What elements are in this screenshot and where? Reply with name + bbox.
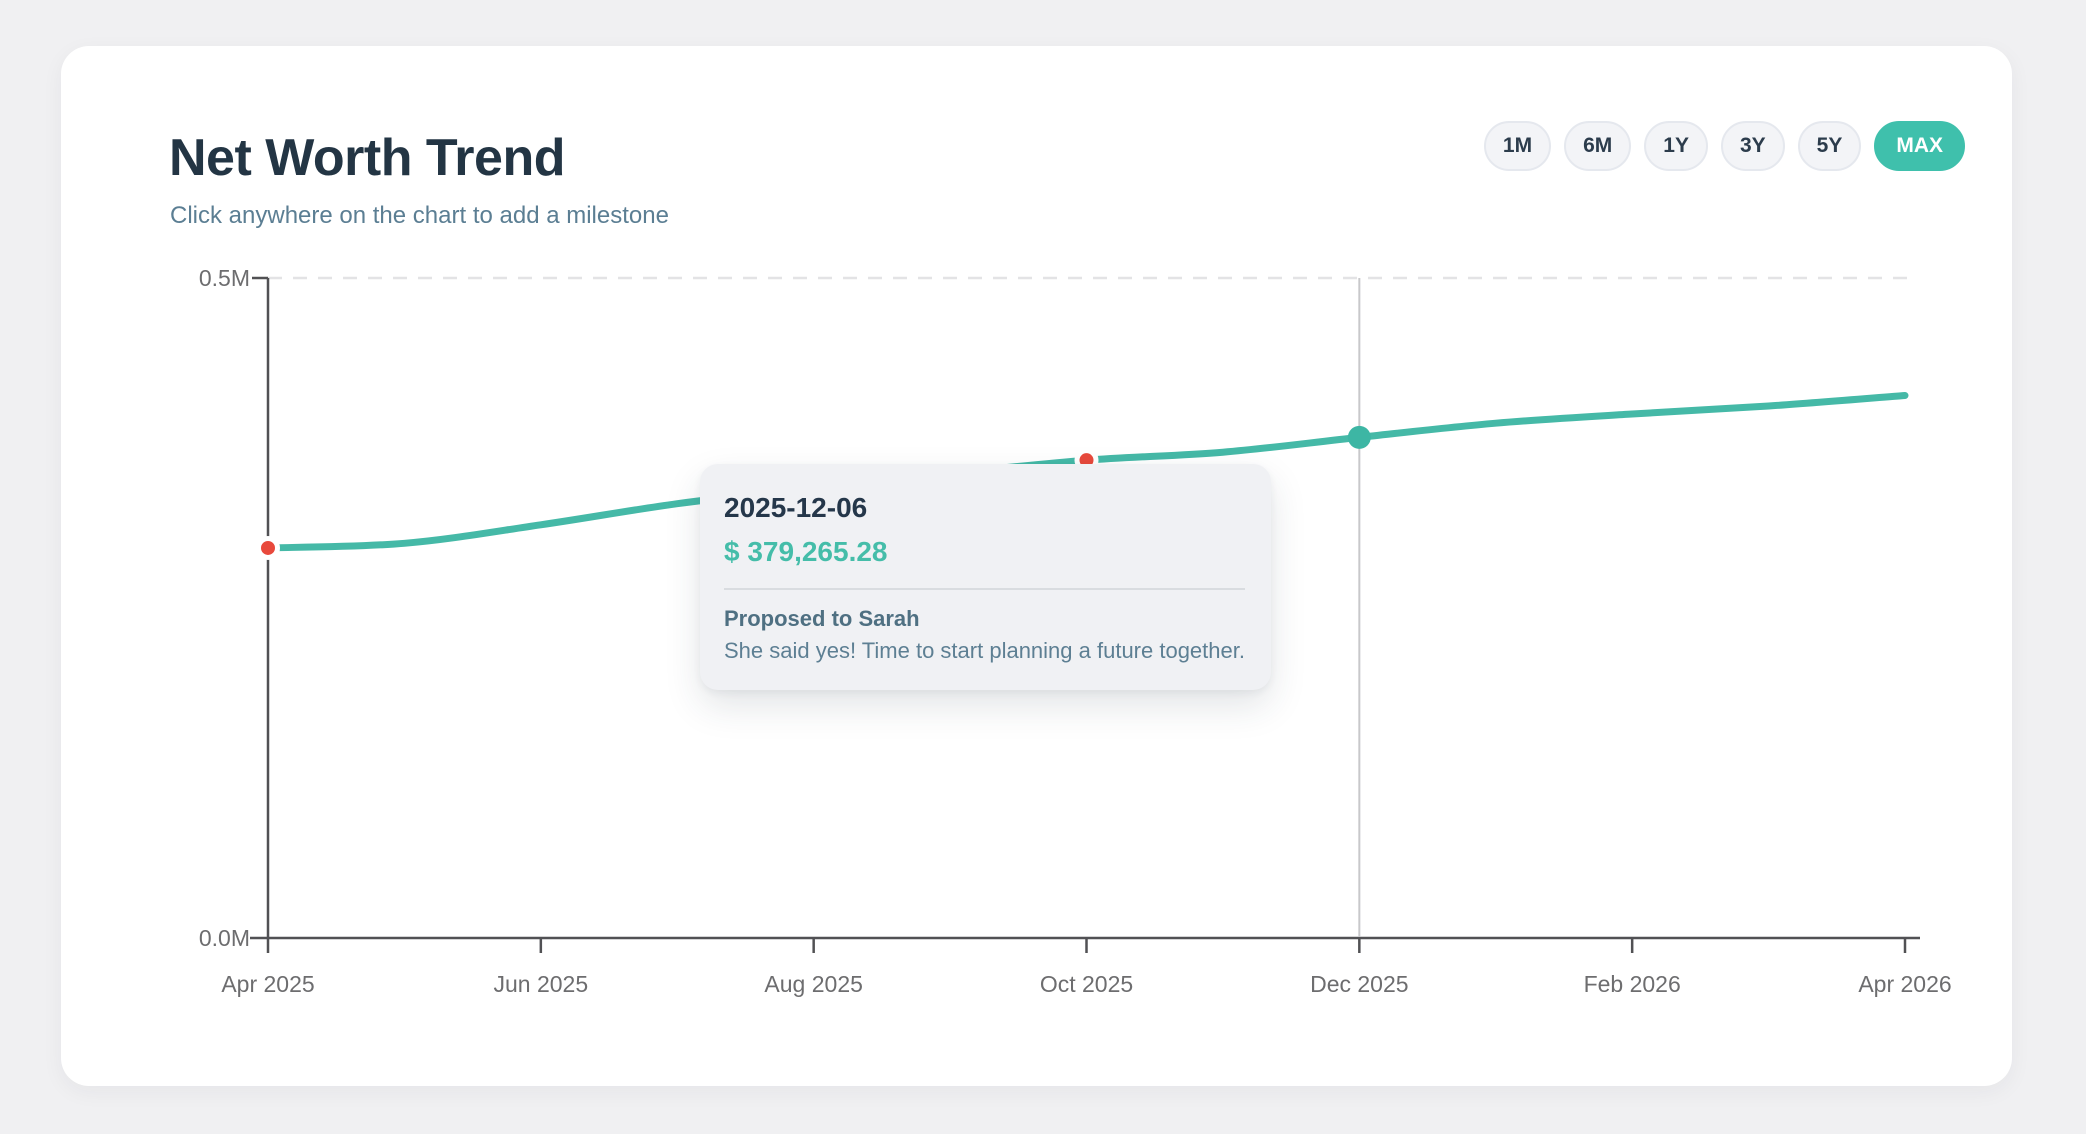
x-axis-label: Dec 2025 [1310, 971, 1408, 997]
x-axis-label: Oct 2025 [1040, 971, 1133, 997]
y-axis-label-zero: 0.0M [199, 925, 250, 951]
tooltip-divider [724, 588, 1245, 590]
milestone-tooltip: 2025-12-06 $ 379,265.28 Proposed to Sara… [700, 464, 1271, 690]
milestone-dot[interactable] [259, 538, 278, 557]
x-axis-label: Jun 2025 [494, 971, 589, 997]
x-axis-label: Feb 2026 [1584, 971, 1681, 997]
hover-point-dot[interactable] [1348, 426, 1371, 449]
y-axis-label-max: 0.5M [199, 265, 250, 291]
x-axis-label: Aug 2025 [764, 971, 862, 997]
tooltip-milestone-description: She said yes! Time to start planning a f… [724, 638, 1245, 664]
tooltip-milestone-title: Proposed to Sarah [724, 606, 1245, 632]
tooltip-date: 2025-12-06 [724, 492, 1245, 524]
x-axis-label: Apr 2026 [1858, 971, 1951, 997]
x-axis-label: Apr 2025 [221, 971, 314, 997]
tooltip-value: $ 379,265.28 [724, 536, 1245, 568]
